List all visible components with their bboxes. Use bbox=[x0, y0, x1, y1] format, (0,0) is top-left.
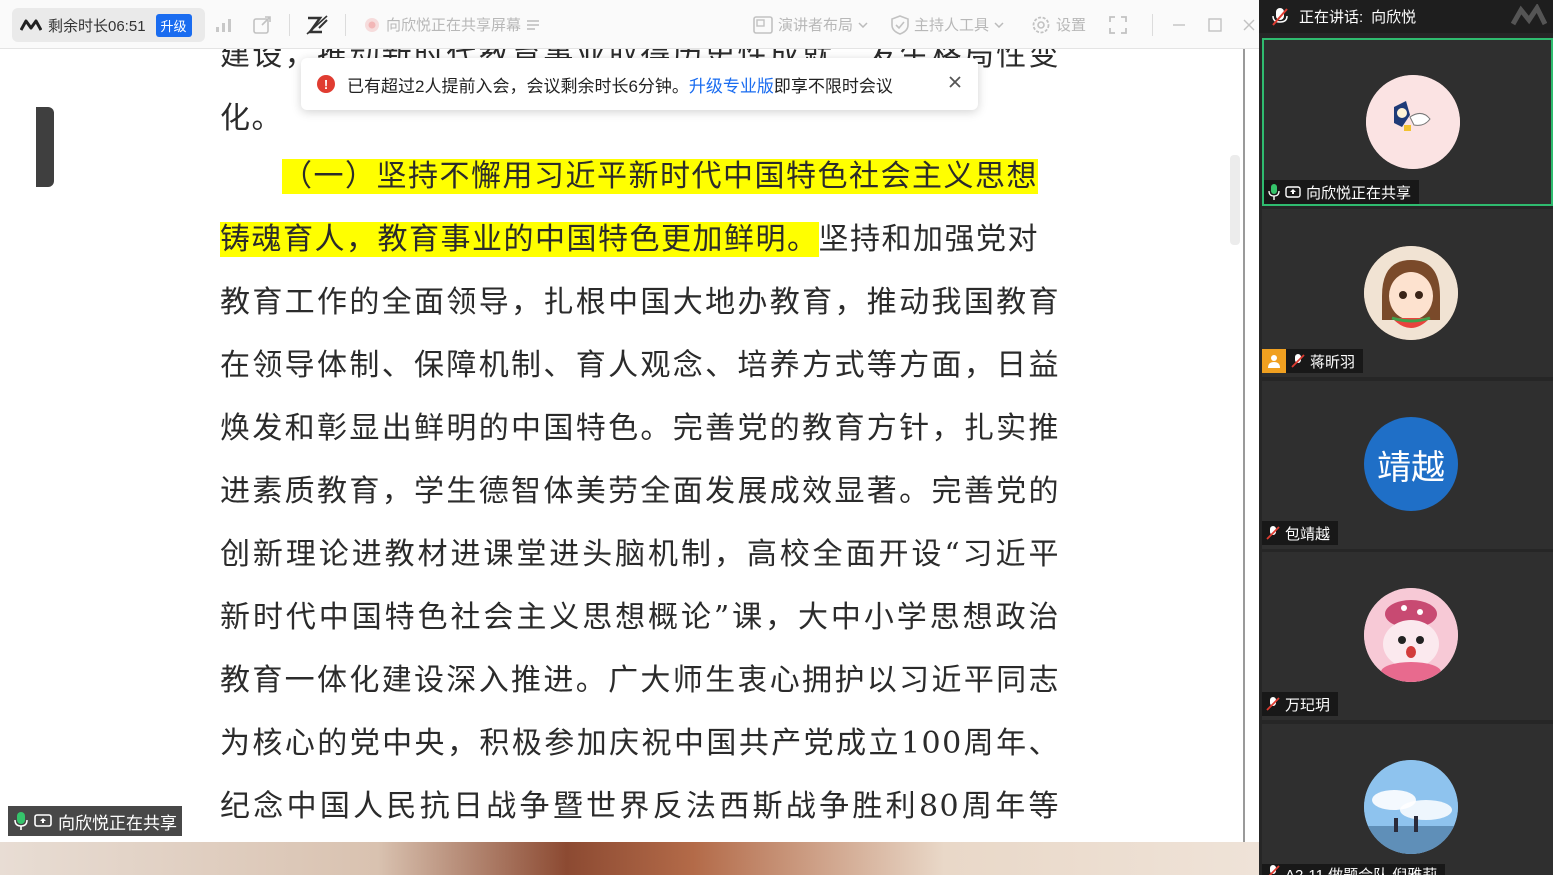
mic-muted-icon bbox=[1266, 525, 1280, 541]
host-tools-button[interactable]: 主持人工具 bbox=[891, 0, 1004, 49]
participant-name-tag: A2-11 做题合队 倪雅莉 bbox=[1262, 864, 1446, 875]
document-line: 新时代中国特色社会主义思想概论”课，大中小学思想政治 bbox=[220, 600, 1060, 635]
girl-watermelon-avatar bbox=[1364, 246, 1458, 340]
app-watermark-icon bbox=[1511, 4, 1547, 28]
toolbar-divider bbox=[1152, 14, 1153, 36]
remaining-time-pill[interactable]: 剩余时长06:51 升级 bbox=[12, 8, 205, 42]
participant-name: 万玘玥 bbox=[1285, 696, 1331, 714]
participant-tile[interactable]: 蒋昕羽 bbox=[1262, 209, 1553, 377]
participant-name: 向欣悦正在共享 bbox=[1306, 184, 1412, 202]
shared-screen: 建设，推动新时代教育事业取得历史性成就、发生格局性变 化。 （一）坚持不懈用习近… bbox=[0, 0, 1259, 875]
speaker-layout-button[interactable]: 演讲者布局 bbox=[753, 0, 868, 49]
participant-name-tag: 蒋昕羽 bbox=[1262, 349, 1364, 373]
side-panel-handle[interactable] bbox=[36, 107, 54, 187]
app-logo-icon bbox=[20, 18, 42, 32]
close-icon[interactable] bbox=[948, 72, 962, 95]
participant-tile[interactable]: A2-11 做题合队 倪雅莉 bbox=[1262, 724, 1553, 875]
mic-on-icon bbox=[14, 812, 28, 830]
sharing-status[interactable]: 向欣悦正在共享屏幕 bbox=[363, 0, 540, 49]
gear-icon bbox=[1031, 15, 1051, 35]
mic-muted-icon bbox=[1291, 353, 1305, 369]
document-line: 创新理论进教材进课堂进头脑机制，高校全面开设“习近平 bbox=[220, 537, 1060, 572]
text-avatar: 靖越 bbox=[1364, 417, 1458, 511]
document-line-highlighted: 铸魂育人，教育事业的中国特色更加鲜明。坚持和加强党对 bbox=[220, 222, 1039, 257]
toolbar-divider bbox=[345, 14, 346, 36]
upgrade-button[interactable]: 升级 bbox=[155, 13, 192, 37]
participant-panel: 正在讲话: 向欣悦 向欣悦正在共享 蒋昕羽 靖越 包靖越 万玘玥 bbox=[1259, 0, 1553, 875]
speaker-layout-label: 演讲者布局 bbox=[778, 17, 854, 34]
sharing-badge-label: 向欣悦正在共享 bbox=[58, 813, 177, 833]
user-icon bbox=[1262, 349, 1286, 373]
meeting-toolbar: 剩余时长06:51 升级 向欣悦正在共享屏幕 演讲者布局 主持人工具 设置 bbox=[0, 0, 1259, 49]
shield-icon bbox=[891, 14, 909, 35]
upgrade-pro-link[interactable]: 升级专业版 bbox=[689, 72, 774, 97]
annotate-icon[interactable] bbox=[305, 0, 329, 49]
highlighted-heading: 铸魂育人，教育事业的中国特色更加鲜明。 bbox=[220, 222, 819, 257]
document-line: 教育一体化建设深入推进。广大师生衷心拥护以习近平同志 bbox=[220, 663, 1060, 698]
participant-name-tag: 包靖越 bbox=[1262, 521, 1339, 545]
settings-button[interactable]: 设置 bbox=[1031, 0, 1086, 49]
mic-on-icon bbox=[1268, 184, 1280, 200]
fullscreen-icon[interactable] bbox=[1109, 0, 1127, 49]
highlighted-heading: （一）坚持不懈用习近平新时代中国特色社会主义思想 bbox=[282, 159, 1038, 194]
remaining-time: 剩余时长06:51 bbox=[48, 17, 146, 35]
plush-toy-avatar bbox=[1364, 588, 1458, 682]
speaking-label: 正在讲话: bbox=[1299, 9, 1364, 26]
document-line: 进素质教育，学生德智体美劳全面发展成效显著。完善党的 bbox=[220, 474, 1060, 509]
participant-tile[interactable]: 万玘玥 bbox=[1262, 552, 1553, 720]
sharing-screen-label: 向欣悦正在共享屏幕 bbox=[386, 17, 522, 34]
document-line: 焕发和彰显出鲜明的中国特色。完善党的教育方针，扎实推 bbox=[220, 411, 1060, 446]
mic-muted-icon bbox=[1266, 696, 1280, 712]
participant-name-tag: 向欣悦正在共享 bbox=[1264, 180, 1420, 204]
document-line: 在领导体制、保障机制、育人观念、培养方式等方面，日益 bbox=[220, 348, 1060, 383]
settings-label: 设置 bbox=[1056, 17, 1087, 34]
signal-icon[interactable] bbox=[215, 0, 233, 49]
participant-tile[interactable]: 向欣悦正在共享 bbox=[1262, 38, 1553, 206]
menu-lines-icon bbox=[526, 19, 540, 31]
screen-share-icon bbox=[1285, 186, 1301, 198]
document-line: 纪念中国人民抗日战争暨世界反法西斯战争胜利80周年等 bbox=[220, 789, 1060, 824]
close-icon[interactable] bbox=[1242, 0, 1256, 49]
scrollbar[interactable] bbox=[1230, 155, 1240, 245]
participant-tile[interactable]: 靖越 包靖越 bbox=[1262, 381, 1553, 549]
mic-muted-icon bbox=[1266, 864, 1280, 875]
host-tools-label: 主持人工具 bbox=[914, 17, 990, 34]
desktop-background bbox=[0, 842, 1259, 875]
document-line: 教育工作的全面领导，扎根中国大地办教育，推动我国教育 bbox=[220, 285, 1060, 320]
document-line: 为核心的党中央，积极参加庆祝中国共产党成立100周年、 bbox=[220, 726, 1060, 761]
error-icon: ! bbox=[317, 75, 335, 93]
active-speaker-bar: 正在讲话: 向欣悦 bbox=[1259, 0, 1553, 33]
participant-name: 蒋昕羽 bbox=[1310, 353, 1356, 371]
minimize-icon[interactable] bbox=[1172, 0, 1186, 49]
time-limit-notice: ! 已有超过2人提前入会，会议剩余时长6分钟。 升级专业版 即享不限时会议 bbox=[301, 58, 978, 110]
participant-name: A2-11 做题合队 倪雅莉 bbox=[1285, 864, 1437, 875]
screen-share-icon bbox=[34, 814, 52, 828]
toolbar-divider bbox=[289, 14, 290, 36]
mic-muted-icon bbox=[1271, 7, 1289, 27]
notice-text-suffix: 即享不限时会议 bbox=[773, 76, 893, 96]
sky-scene-avatar bbox=[1364, 760, 1458, 854]
divider bbox=[1243, 47, 1245, 842]
notice-text: 已有超过2人提前入会，会议剩余时长6分钟。 bbox=[347, 76, 689, 96]
layout-icon bbox=[753, 15, 773, 34]
maximize-icon[interactable] bbox=[1208, 0, 1222, 49]
chevron-down-icon bbox=[994, 21, 1004, 28]
sharing-badge: 向欣悦正在共享 bbox=[8, 806, 182, 836]
cartoon-avatar bbox=[1366, 75, 1460, 169]
participant-name-tag: 万玘玥 bbox=[1262, 692, 1339, 716]
external-link-icon[interactable] bbox=[252, 0, 272, 49]
record-icon bbox=[363, 16, 381, 34]
chevron-down-icon bbox=[858, 21, 868, 28]
document-line-highlighted: （一）坚持不懈用习近平新时代中国特色社会主义思想 bbox=[220, 146, 1060, 208]
participant-name: 包靖越 bbox=[1285, 525, 1331, 543]
speaking-name: 向欣悦 bbox=[1371, 9, 1417, 26]
